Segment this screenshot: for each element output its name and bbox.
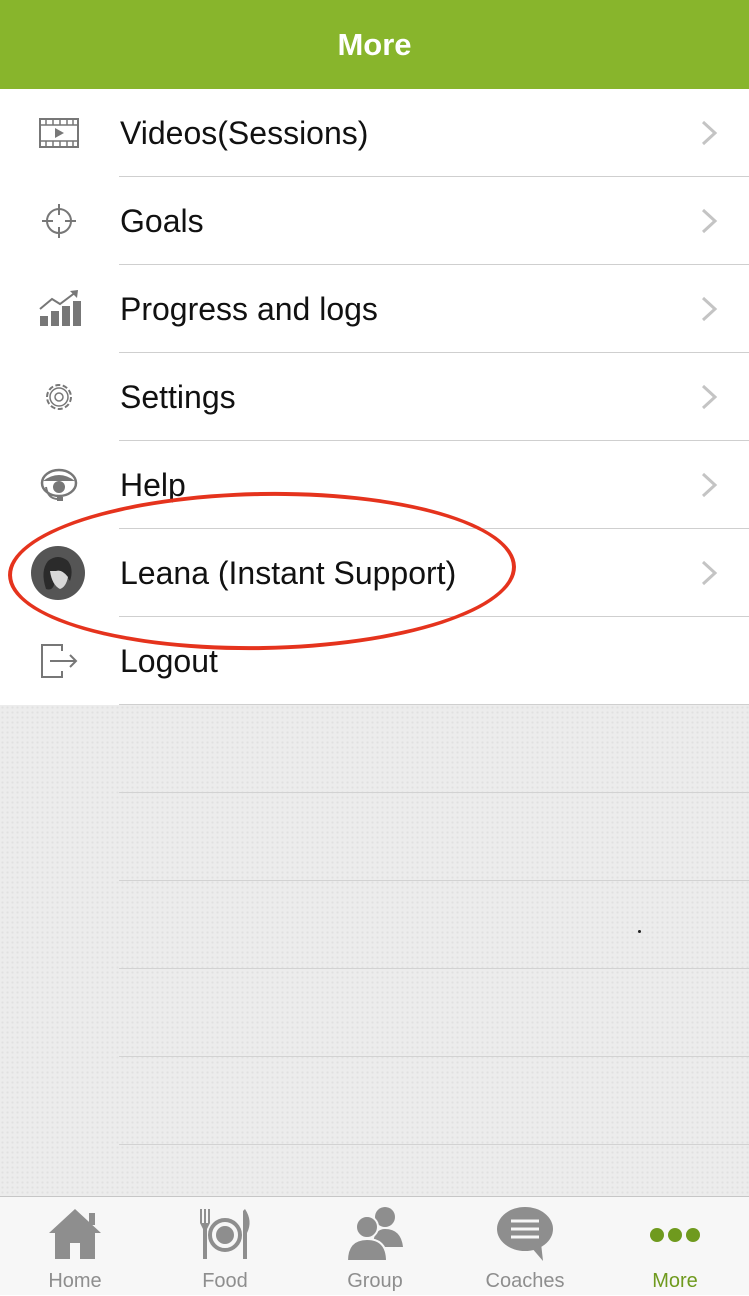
menu-item-settings[interactable]: Settings — [0, 353, 749, 441]
crosshair-icon — [36, 201, 82, 241]
menu-item-progress[interactable]: Progress and logs — [0, 265, 749, 353]
menu-item-label: Videos(Sessions) — [120, 115, 369, 151]
plate-cutlery-icon — [195, 1203, 255, 1263]
menu-item-logout[interactable]: Logout — [0, 617, 749, 705]
menu-item-label: Progress and logs — [120, 291, 378, 327]
tab-label: Home — [48, 1270, 102, 1292]
chevron-right-icon — [701, 120, 718, 146]
menu-item-label: Logout — [120, 643, 218, 679]
chevron-right-icon — [701, 560, 718, 586]
tab-label: More — [652, 1270, 698, 1292]
divider — [119, 1056, 749, 1057]
bar-chart-icon — [36, 289, 82, 329]
tab-home[interactable]: Home — [0, 1197, 150, 1296]
home-icon — [45, 1203, 105, 1263]
gear-icon — [36, 377, 82, 417]
menu-item-help[interactable]: Help — [0, 441, 749, 529]
divider — [119, 1144, 749, 1145]
page-title: More — [337, 26, 412, 62]
menu-item-goals[interactable]: Goals — [0, 177, 749, 265]
menu-item-label: Help — [120, 467, 186, 503]
chevron-right-icon — [701, 296, 718, 322]
menu-item-videos[interactable]: Videos(Sessions) — [0, 89, 749, 177]
menu-item-label: Leana (Instant Support) — [120, 555, 457, 591]
divider — [119, 968, 749, 969]
chat-bubble-icon — [495, 1203, 555, 1263]
tab-label: Group — [347, 1270, 403, 1292]
chevron-right-icon — [701, 384, 718, 410]
avatar-icon — [30, 545, 86, 601]
divider — [119, 792, 749, 793]
stray-dot — [638, 930, 641, 933]
video-icon — [36, 113, 82, 153]
tab-label: Coaches — [485, 1270, 565, 1292]
headset-icon — [36, 465, 82, 505]
tab-food[interactable]: Food — [150, 1197, 300, 1296]
tab-bar: Home Food Group Coaches More — [0, 1196, 749, 1295]
menu-item-label: Settings — [120, 379, 236, 415]
chevron-right-icon — [701, 472, 718, 498]
divider — [119, 880, 749, 881]
chevron-right-icon — [701, 208, 718, 234]
logout-icon — [36, 641, 82, 681]
nav-bar: More — [0, 0, 749, 89]
more-dots-icon — [645, 1203, 705, 1263]
menu-item-label: Goals — [120, 203, 204, 239]
tab-group[interactable]: Group — [300, 1197, 450, 1296]
more-menu-list: Videos(Sessions) Goals Progress and logs… — [0, 89, 749, 705]
menu-item-leana-support[interactable]: Leana (Instant Support) — [0, 529, 749, 617]
tab-label: Food — [202, 1270, 248, 1292]
empty-list-area — [0, 705, 749, 1196]
tab-more[interactable]: More — [600, 1197, 749, 1296]
tab-coaches[interactable]: Coaches — [450, 1197, 600, 1296]
group-icon — [345, 1203, 405, 1263]
